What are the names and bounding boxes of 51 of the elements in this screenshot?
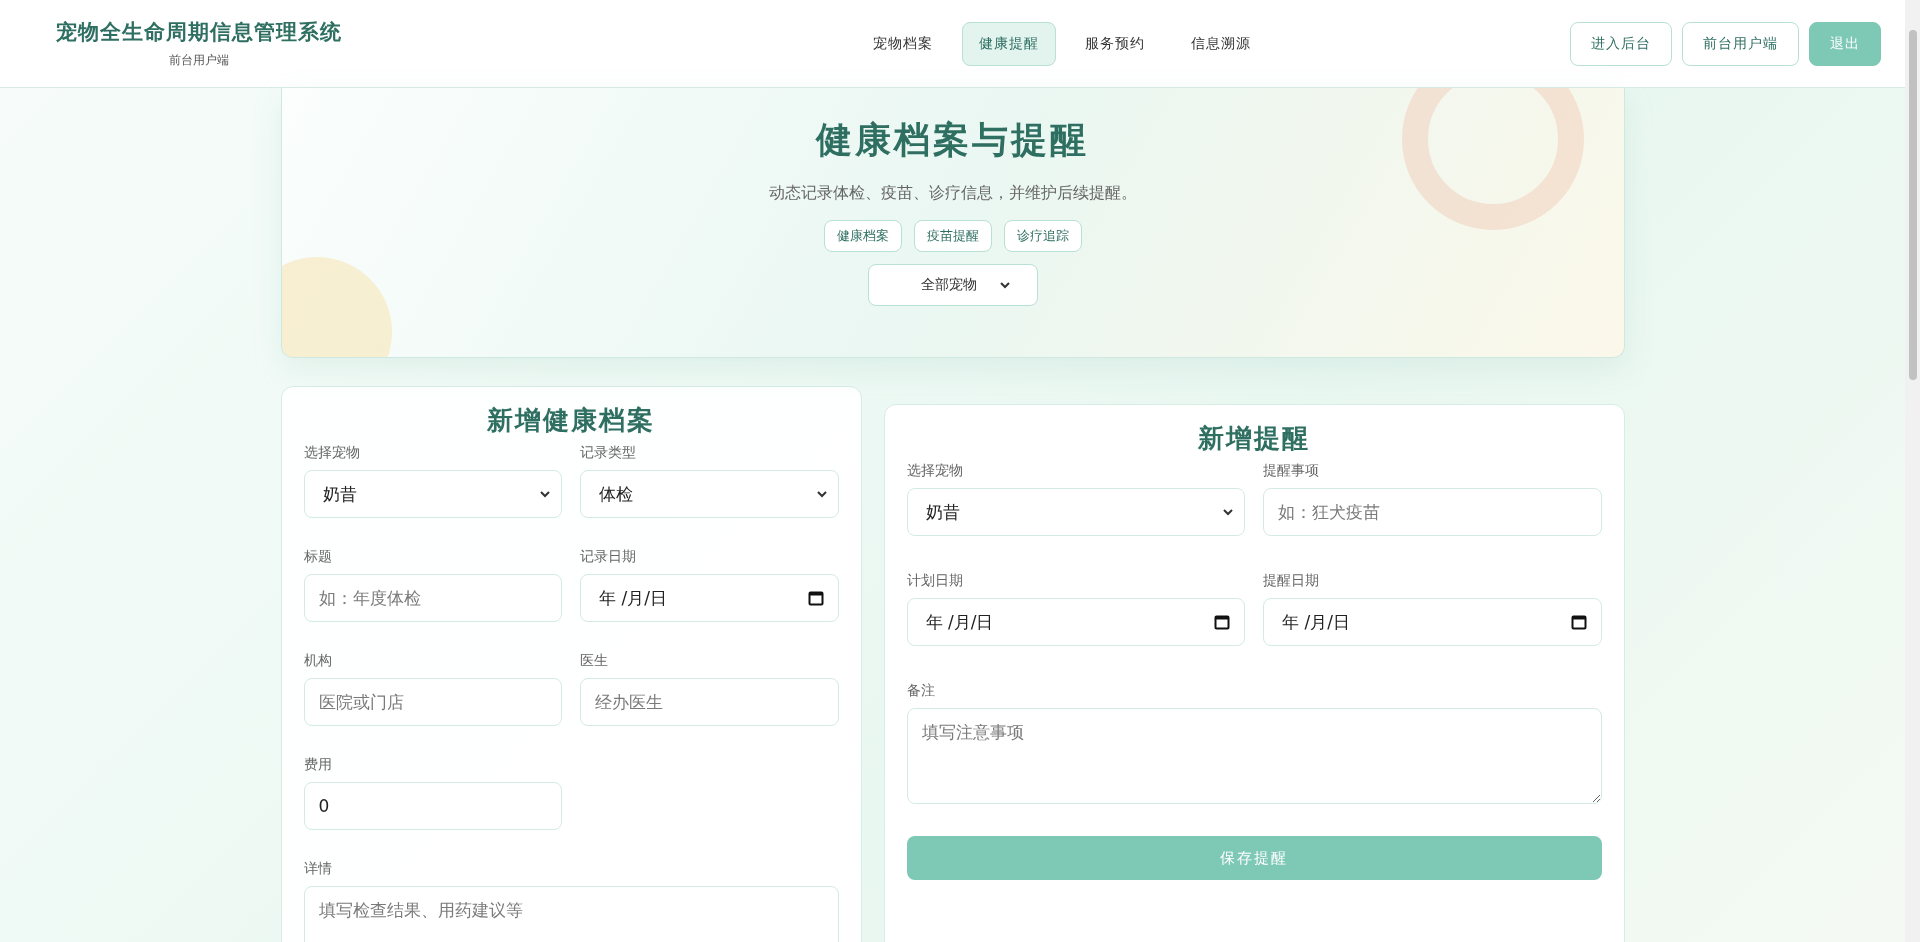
app-subtitle: 前台用户端 [169, 52, 229, 69]
field-label: 提醒日期 [1263, 572, 1320, 590]
input-field[interactable]: 经办医生 [580, 678, 839, 726]
app-title: 宠物全生命周期信息管理系统 [56, 18, 342, 46]
tag: 诊疗追踪 [1003, 220, 1082, 252]
chevron-down-icon [1222, 506, 1234, 518]
calendar-icon [1214, 614, 1230, 630]
nav-tab[interactable]: 信息溯源 [1174, 21, 1268, 66]
chevron-down-icon [539, 488, 551, 500]
input-field[interactable]: 医院或门店 [303, 678, 562, 726]
field-label: 计划日期 [906, 572, 964, 590]
nav-tab[interactable]: 健康提醒 [962, 21, 1056, 66]
field-label: 记录类型 [580, 444, 637, 462]
nav-tab[interactable]: 宠物档案 [856, 21, 950, 66]
date-field[interactable]: 年 /月/日 [580, 574, 839, 622]
chevron-down-icon [998, 279, 1011, 291]
select-field[interactable]: 体检 [580, 470, 839, 518]
field-label: 标题 [303, 548, 333, 566]
tag: 健康档案 [823, 220, 902, 252]
input-field[interactable]: 如：年度体检 [303, 574, 562, 622]
hero-description: 动态记录体检、疫苗、诊疗信息，并维护后续提醒。 [768, 183, 1137, 204]
panel-title: 新增提醒 [1197, 422, 1311, 455]
field-label: 选择宠物 [303, 444, 361, 462]
calendar-icon [807, 590, 824, 606]
pet-filter-select[interactable]: 全部宠物 [867, 264, 1038, 306]
field-label: 机构 [303, 652, 333, 670]
field-label: 记录日期 [580, 548, 637, 566]
field-label: 提醒事项 [1263, 462, 1320, 480]
chevron-down-icon [815, 488, 828, 500]
date-field[interactable]: 年 /月/日 [906, 598, 1245, 646]
field-label: 医生 [580, 652, 609, 670]
tag: 疫苗提醒 [913, 220, 992, 252]
field-label: 费用 [303, 756, 333, 774]
panel-title: 新增健康档案 [486, 404, 656, 437]
input-field[interactable]: 0 [303, 782, 562, 830]
textarea-field[interactable]: 填写注意事项 [906, 708, 1602, 804]
date-field[interactable]: 年 /月/日 [1263, 598, 1602, 646]
header-button[interactable]: 进入后台 [1570, 21, 1672, 66]
header-button[interactable]: 前台用户端 [1682, 21, 1799, 66]
field-label: 详情 [303, 860, 333, 878]
field-label: 选择宠物 [906, 462, 964, 480]
nav-tab[interactable]: 服务预约 [1068, 21, 1162, 66]
select-field[interactable]: 奶昔 [303, 470, 562, 518]
field-label: 备注 [906, 682, 936, 700]
textarea-field[interactable]: 填写检查结果、用药建议等 [303, 886, 839, 942]
select-field[interactable]: 奶昔 [906, 488, 1245, 536]
hero-title: 健康档案与提醒 [816, 117, 1089, 162]
scrollbar[interactable] [1905, 0, 1920, 942]
input-field[interactable]: 如：狂犬疫苗 [1263, 488, 1602, 536]
scrollbar-thumb[interactable] [1908, 30, 1917, 380]
calendar-icon [1570, 614, 1587, 630]
